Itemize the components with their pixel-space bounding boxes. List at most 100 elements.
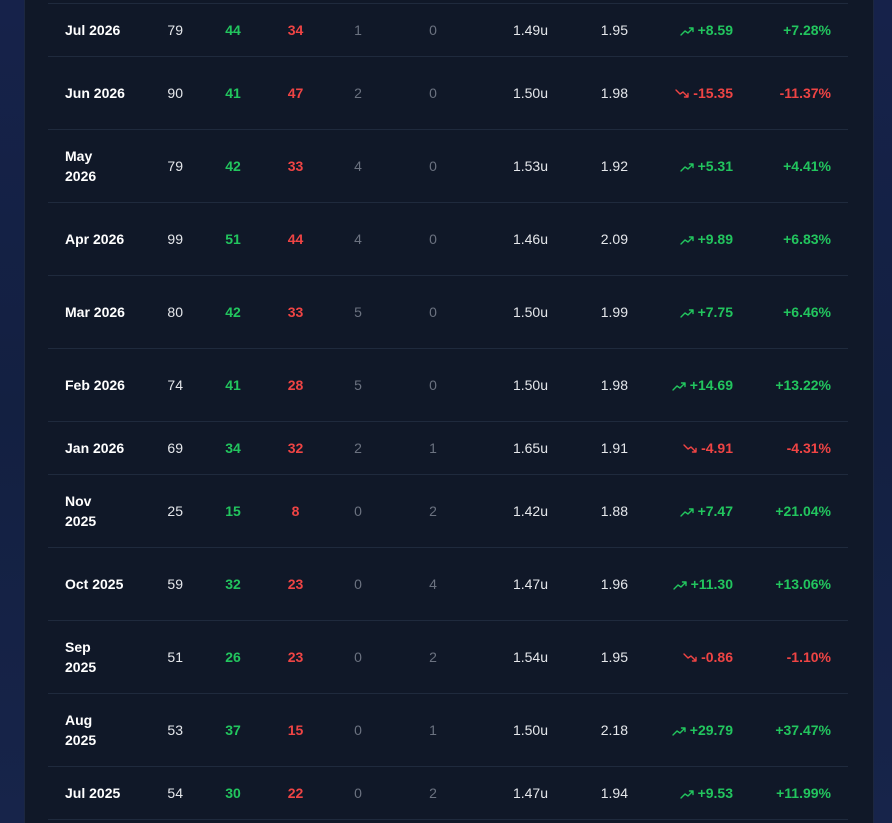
month-cell: Nov 2025	[48, 475, 138, 548]
avg-odds-cell: 2.09	[600, 231, 628, 247]
avg-stake-cell: 1.47u	[512, 576, 548, 592]
table-row[interactable]: Apr 2026 99 51 44 4 0 1.46u 2.09 +9.89 +6.83%	[48, 202, 848, 276]
table-row[interactable]: Jul 2026 79 44 34 1 0 1.49u 1.95 +8.59 +7.28%	[48, 3, 848, 57]
pushes-cell: 4	[354, 158, 362, 174]
pushes-cell: 4	[354, 231, 362, 247]
table-row[interactable]: Jan 2026 69 34 32 2 1 1.65u 1.91 -4.91 -4.31%	[48, 421, 848, 475]
month-label: Apr 2026	[65, 231, 125, 247]
avg-odds-cell: 1.98	[600, 377, 628, 393]
roi-cell: +13.06%	[775, 576, 831, 592]
trending-up-icon	[679, 236, 694, 245]
profit-cell: +9.89	[628, 203, 733, 276]
pending-cell: 4	[429, 576, 437, 592]
avg-odds-cell: 1.91	[600, 440, 628, 456]
month-cell: Jul 2025	[48, 767, 138, 820]
table-row[interactable]: Jun 2026 90 41 47 2 0 1.50u 1.98 -15.35 -11.37%	[48, 56, 848, 130]
roi-cell: -11.37%	[779, 85, 831, 101]
pending-cell: 0	[429, 22, 437, 38]
table-row[interactable]: Oct 2025 59 32 23 0 4 1.47u 1.96 +11.30 +13.06%	[48, 547, 848, 621]
roi-cell: +11.99%	[776, 785, 831, 801]
roi-cell: +21.04%	[775, 503, 831, 519]
month-label: Jun 2026	[65, 85, 125, 101]
pushes-cell: 2	[354, 85, 362, 101]
table-row[interactable]: Feb 2026 74 41 28 5 0 1.50u 1.98 +14.69 +13.22%	[48, 348, 848, 422]
pushes-cell: 0	[354, 722, 362, 738]
avg-odds-cell: 1.94	[600, 785, 628, 801]
roi-cell: +37.47%	[775, 722, 831, 738]
wins-cell: 41	[225, 85, 241, 101]
trending-up-icon	[679, 309, 694, 318]
monthly-stats-panel: Jul 2026 79 44 34 1 0 1.49u 1.95 +8.59 +7.28% Jun …	[24, 0, 874, 823]
trending-down-icon	[683, 653, 697, 662]
wins-cell: 51	[225, 231, 241, 247]
pushes-cell: 5	[354, 304, 362, 320]
profit-cell: +9.53	[628, 767, 733, 820]
profit-value: +29.79	[689, 722, 733, 738]
month-cell: Sep 2025	[48, 621, 138, 694]
wins-cell: 15	[225, 503, 241, 519]
profit-cell: -0.86	[628, 621, 733, 694]
roi-cell: -1.10%	[786, 649, 831, 665]
total-bets-cell: 54	[167, 785, 183, 801]
avg-odds-cell: 1.98	[600, 85, 628, 101]
table-row[interactable]: Nov 2025 25 15 8 0 2 1.42u 1.88 +7.47 +21.04%	[48, 474, 848, 548]
avg-odds-cell: 2.18	[600, 722, 628, 738]
month-label: Jan 2026	[65, 440, 125, 456]
month-cell: Jul 2026	[48, 4, 138, 57]
profit-value: +14.69	[689, 377, 733, 393]
trending-down-icon	[683, 444, 697, 453]
table-row[interactable]: Sep 2025 51 26 23 0 2 1.54u 1.95 -0.86 -1.10%	[48, 620, 848, 694]
month-label: Mar 2026	[65, 304, 125, 320]
total-bets-cell: 80	[167, 304, 183, 320]
pending-cell: 2	[429, 649, 437, 665]
profit-value: +11.30	[690, 576, 733, 592]
trending-up-icon	[672, 382, 686, 391]
avg-stake-cell: 1.49u	[512, 22, 548, 38]
total-bets-cell: 99	[167, 231, 183, 247]
losses-cell: 22	[287, 785, 304, 801]
losses-cell: 47	[287, 85, 304, 101]
avg-odds-cell: 1.92	[600, 158, 628, 174]
table-row[interactable]: Aug 2025 53 37 15 0 1 1.50u 2.18 +29.79 +37.47%	[48, 693, 848, 767]
month-cell: Apr 2026	[48, 203, 138, 276]
total-bets-cell: 74	[167, 377, 183, 393]
profit-value: -0.86	[701, 649, 733, 665]
table-row[interactable]: Mar 2026 80 42 33 5 0 1.50u 1.99 +7.75 +6.46%	[48, 275, 848, 349]
monthly-stats-table: Jul 2026 79 44 34 1 0 1.49u 1.95 +8.59 +7.28% Jun …	[48, 3, 848, 820]
avg-stake-cell: 1.46u	[512, 231, 548, 247]
profit-value: -4.91	[701, 440, 733, 456]
month-label: Sep 2025	[65, 639, 97, 675]
profit-cell: +7.75	[628, 276, 733, 349]
month-cell: Aug 2025	[48, 694, 138, 767]
pending-cell: 0	[429, 231, 437, 247]
avg-stake-cell: 1.47u	[512, 785, 548, 801]
avg-stake-cell: 1.65u	[512, 440, 548, 456]
pushes-cell: 0	[354, 503, 362, 519]
month-label: Oct 2025	[65, 576, 124, 592]
profit-value: +8.59	[697, 22, 733, 38]
avg-stake-cell: 1.54u	[512, 649, 548, 665]
profit-value: -15.35	[693, 85, 733, 101]
table-row[interactable]: May 2026 79 42 33 4 0 1.53u 1.92 +5.31 +4.41%	[48, 129, 848, 203]
avg-stake-cell: 1.50u	[512, 85, 548, 101]
month-label: Aug 2025	[65, 712, 97, 748]
profit-cell: +14.69	[628, 349, 733, 422]
trending-up-icon	[679, 27, 694, 36]
wins-cell: 26	[225, 649, 241, 665]
trending-up-icon	[672, 581, 687, 590]
table-row[interactable]: Jul 2025 54 30 22 0 2 1.47u 1.94 +9.53 +11.99%	[48, 766, 848, 820]
pending-cell: 2	[429, 785, 437, 801]
losses-cell: 33	[287, 158, 304, 174]
table-body: Jul 2026 79 44 34 1 0 1.49u 1.95 +8.59 +7.28% Jun …	[48, 3, 848, 820]
wins-cell: 42	[225, 158, 241, 174]
losses-cell: 33	[287, 304, 304, 320]
profit-cell: +11.30	[628, 548, 733, 621]
pushes-cell: 0	[354, 785, 362, 801]
avg-stake-cell: 1.42u	[512, 503, 548, 519]
month-label: May 2026	[65, 148, 97, 184]
month-label: Nov 2025	[65, 493, 97, 529]
pending-cell: 2	[429, 503, 437, 519]
month-label: Feb 2026	[65, 377, 125, 393]
profit-cell: -4.91	[628, 422, 733, 475]
pending-cell: 0	[429, 158, 437, 174]
